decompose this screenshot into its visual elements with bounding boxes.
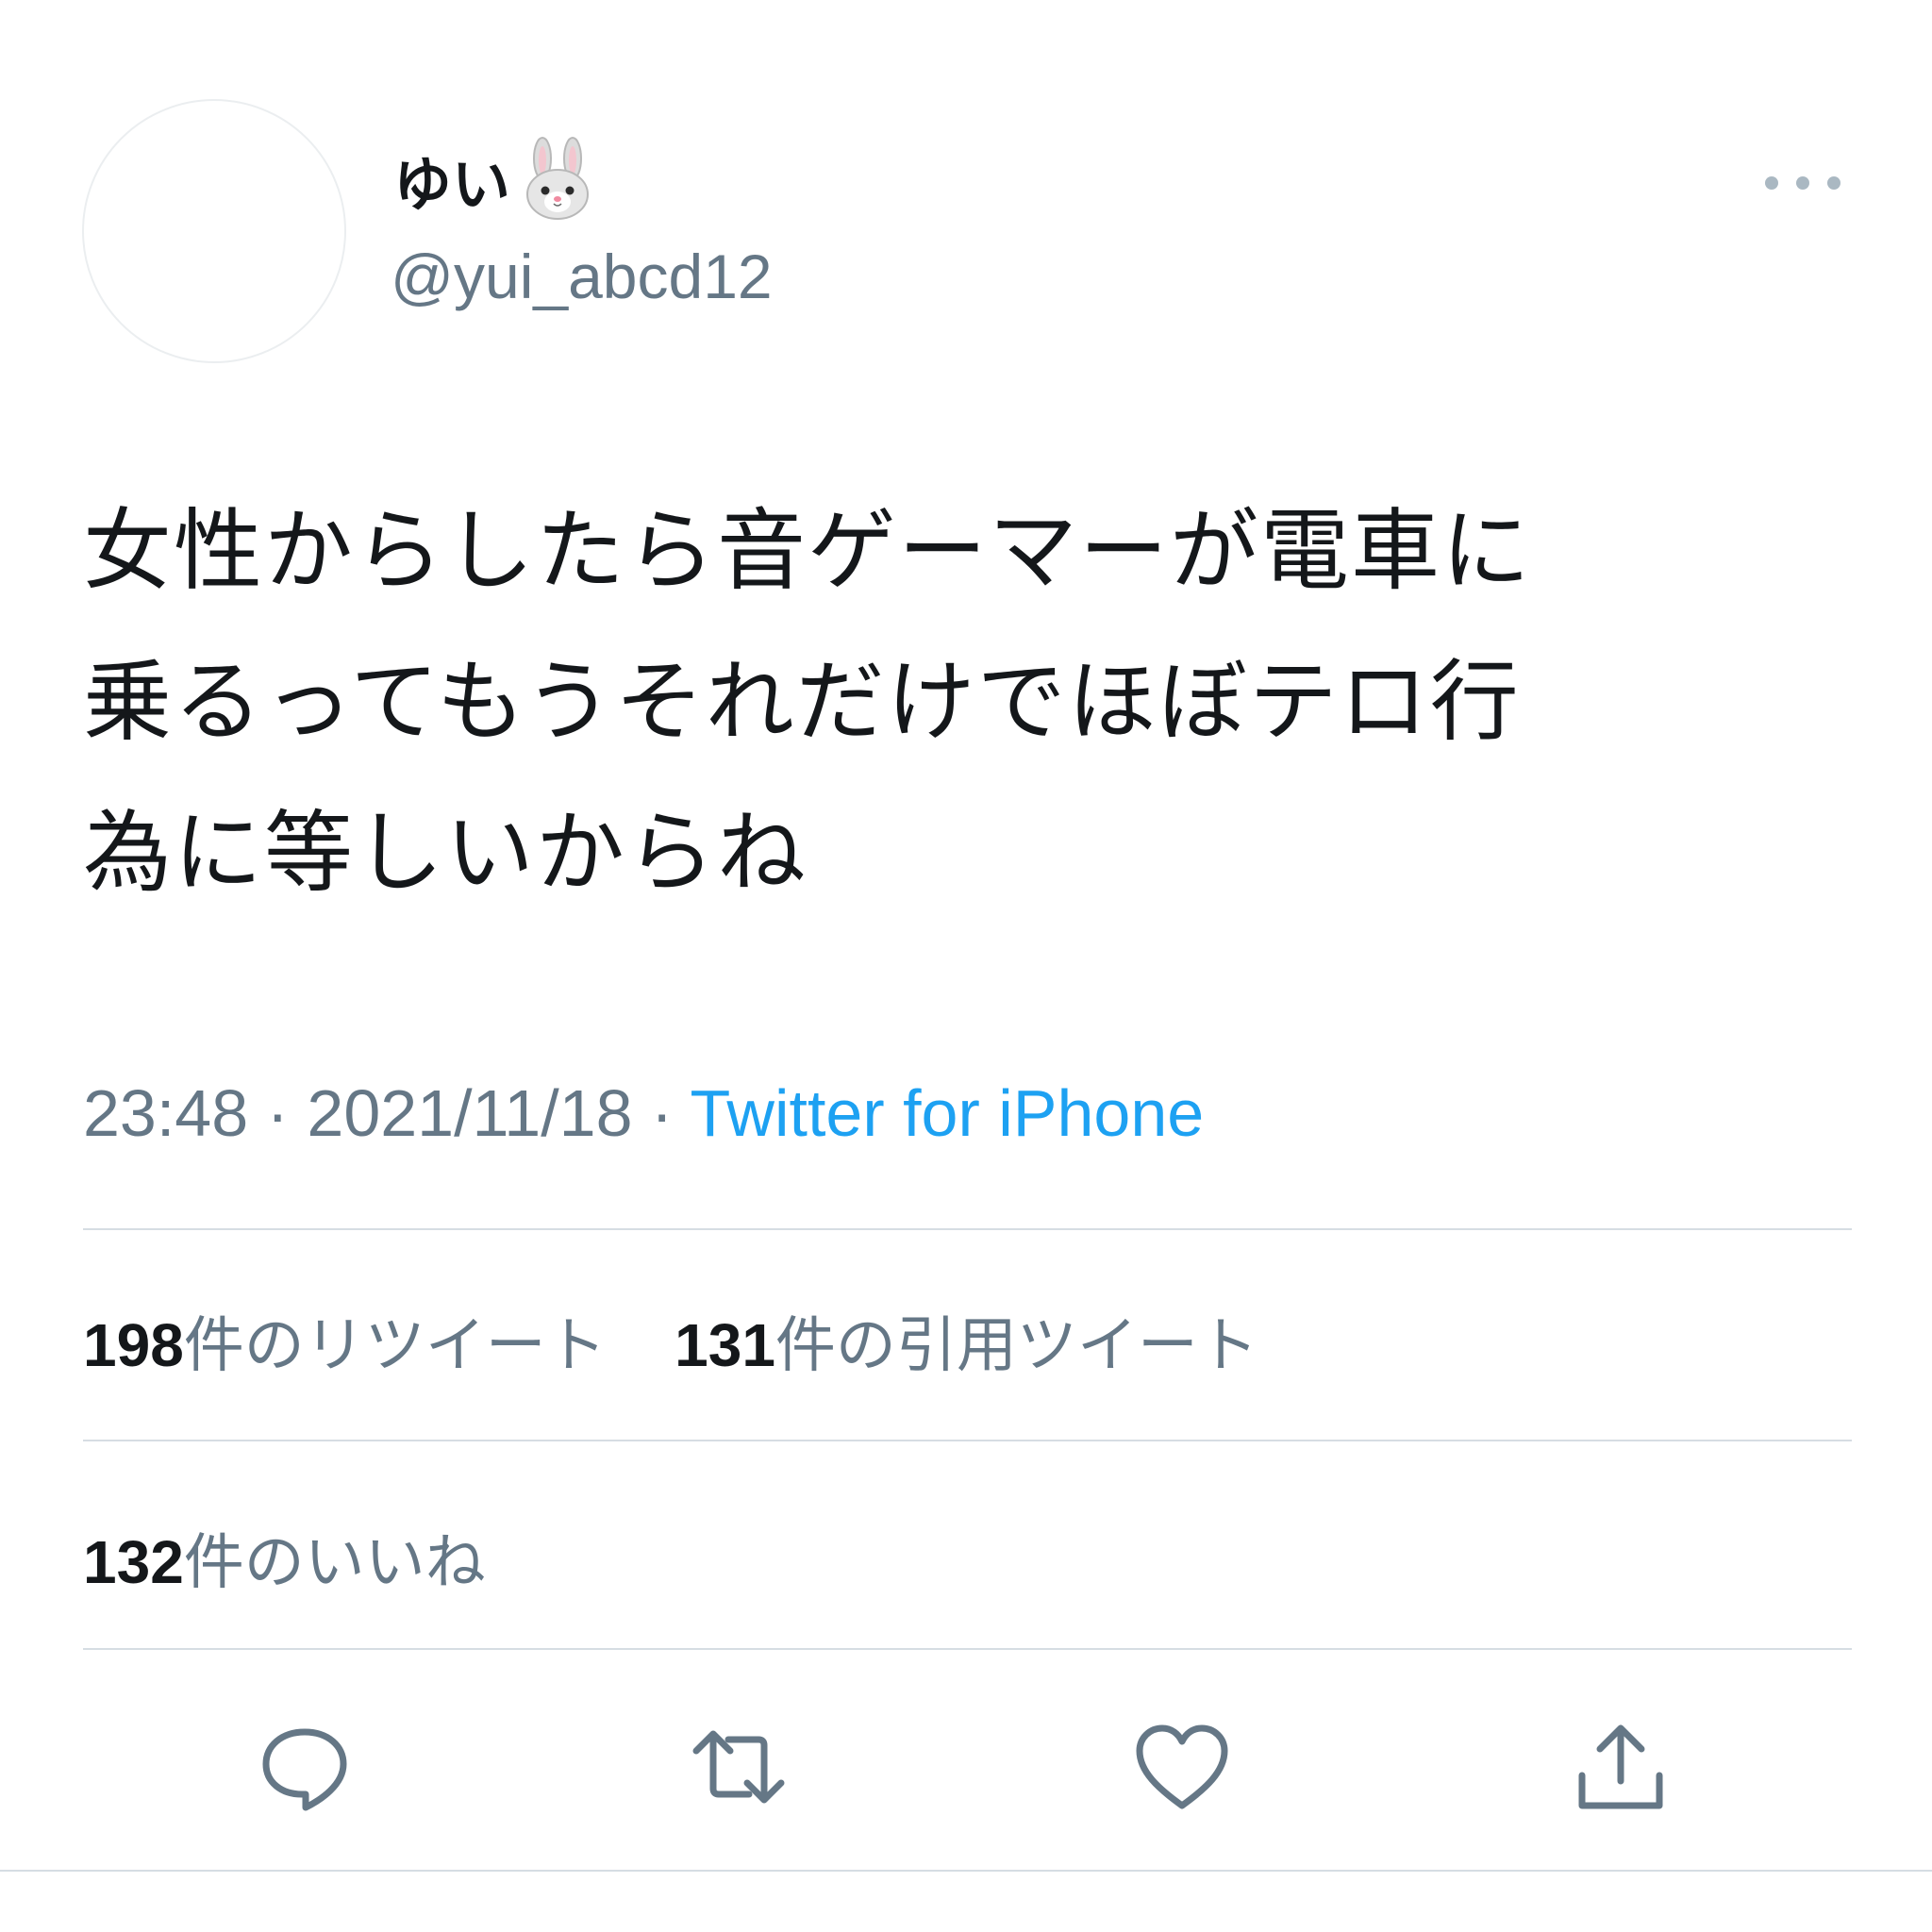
meta-separator: ·: [266, 1076, 289, 1150]
tweet-meta: 23:48 · 2021/11/18 · Twitter for iPhone: [83, 1075, 1204, 1151]
avatar[interactable]: [82, 99, 346, 363]
quote-count: 131: [675, 1311, 775, 1379]
quote-label: 件の引用ツイート: [774, 1311, 1258, 1381]
rabbit-face-icon: [514, 136, 601, 223]
more-options-icon[interactable]: [1762, 166, 1843, 200]
tweet-text: 女性からしたら音ゲーマーが電車に 乗るってもうそれだけでほぼテロ行 為に等しいか…: [83, 476, 1857, 929]
like-stats-row: 132件のいいね: [83, 1514, 535, 1601]
tweet-text-line: 女性からしたら音ゲーマーが電車に: [83, 500, 1533, 603]
retweet-stats-row: 198件のリツイート 131件の引用ツイート: [83, 1297, 1307, 1384]
retweet-icon[interactable]: [687, 1715, 791, 1819]
likes-stat[interactable]: 132件のいいね: [83, 1514, 486, 1601]
retweet-count: 198: [83, 1311, 184, 1379]
user-handle[interactable]: @yui_abcd12: [391, 241, 773, 312]
quotes-stat[interactable]: 131件の引用ツイート: [675, 1297, 1258, 1384]
divider: [83, 1648, 1852, 1650]
like-label: 件のいいね: [183, 1528, 486, 1598]
tweet-source-link[interactable]: Twitter for iPhone: [691, 1076, 1205, 1150]
meta-separator: ·: [651, 1076, 674, 1150]
like-icon[interactable]: [1130, 1715, 1234, 1819]
display-name[interactable]: ゆい: [393, 137, 601, 220]
tweet-actions-bar: [0, 1715, 1932, 1819]
display-name-text: ゆい: [393, 150, 511, 219]
divider: [0, 1870, 1932, 1872]
tweet-text-line: 乗るってもうそれだけでほぼテロ行: [83, 651, 1521, 754]
share-icon[interactable]: [1569, 1715, 1673, 1819]
reply-icon[interactable]: [253, 1715, 357, 1819]
tweet-time[interactable]: 23:48: [83, 1076, 248, 1150]
retweets-stat[interactable]: 198件のリツイート: [83, 1297, 607, 1384]
divider: [83, 1228, 1852, 1230]
divider: [83, 1440, 1852, 1441]
like-count: 132: [83, 1528, 184, 1596]
tweet-date[interactable]: 2021/11/18: [307, 1076, 632, 1150]
tweet-text-line: 為に等しいからね: [83, 802, 808, 905]
retweet-label: 件のリツイート: [183, 1311, 607, 1381]
